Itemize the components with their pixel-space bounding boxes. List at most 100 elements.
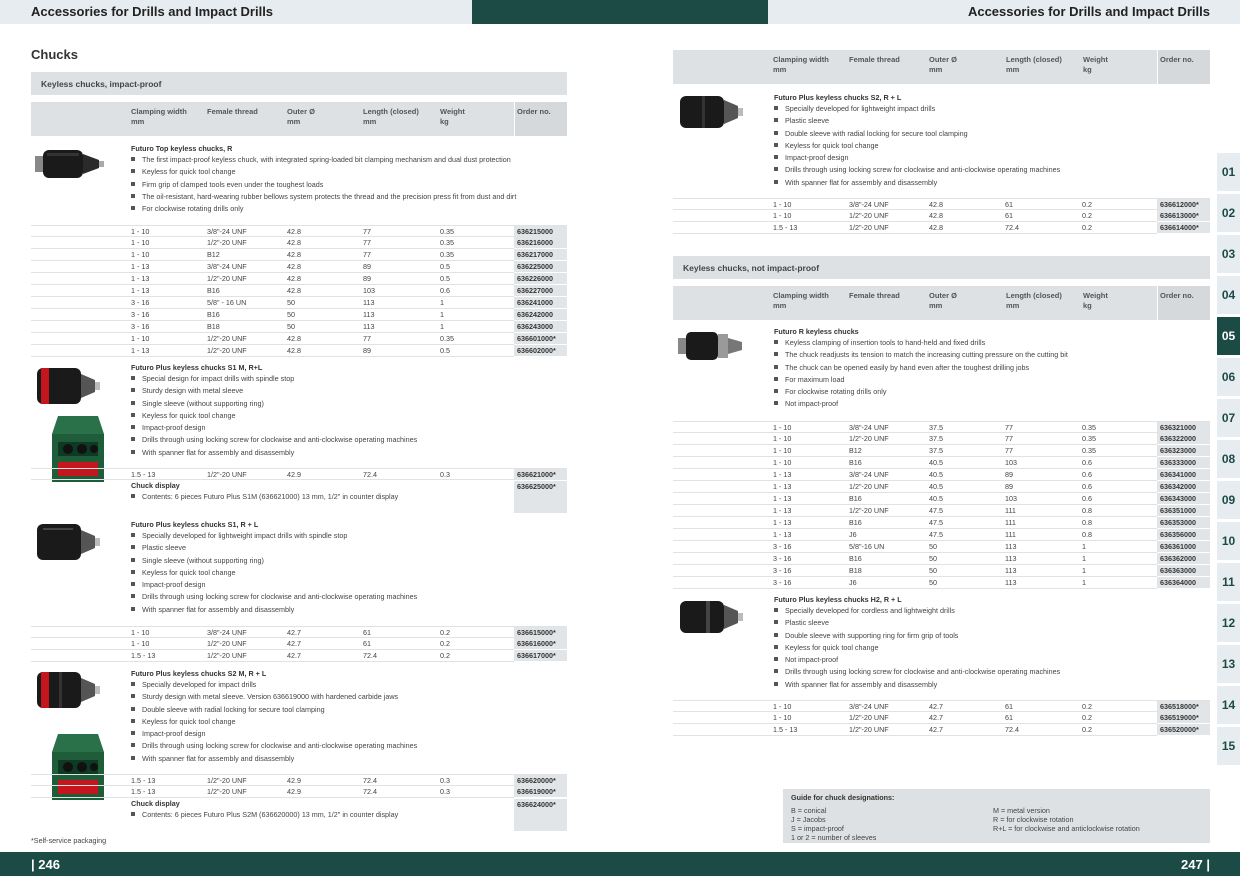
tab-chapter-10[interactable]: 10 xyxy=(1217,522,1240,560)
table-cell: 61 xyxy=(1005,211,1013,220)
feature-item: Keyless for quick tool change xyxy=(131,410,567,422)
table-cell: 3/8"-24 UNF xyxy=(849,423,889,432)
table-cell: 61 xyxy=(1005,713,1013,722)
futuro-top-chuck-image xyxy=(35,150,104,178)
display-contents: Contents: 6 pieces Futuro Plus S1M (6366… xyxy=(131,491,567,503)
table-cell: 77 xyxy=(363,227,371,236)
order-number: 636343000 xyxy=(1157,493,1210,505)
table-cell: 103 xyxy=(1005,494,1017,503)
tab-chapter-06[interactable]: 06 xyxy=(1217,358,1240,396)
product-name: Futuro R keyless chucks xyxy=(774,327,859,336)
product-name: Futuro Plus keyless chucks S2 M, R + L xyxy=(131,669,267,678)
feature-item: Specially developed for lightweight impa… xyxy=(131,530,567,542)
table-cell: 1/2"-20 UNF xyxy=(849,482,889,491)
table-row: 3 - 16 5/8" - 16 UN 50 113 1 636241000 xyxy=(31,297,567,309)
table-cell: 77 xyxy=(1005,423,1013,432)
table-row: 1.5 - 13 1/2"-20 UNF 42.9 72.4 0.3 636619000* xyxy=(31,786,567,798)
table-cell: 1 - 13 xyxy=(773,530,792,539)
table-cell: 89 xyxy=(363,274,371,283)
chuck-display-s2m: Chuck display Contents: 6 pieces Futuro … xyxy=(131,799,567,831)
table-cell: 42.7 xyxy=(287,639,301,648)
table-cell: 0.5 xyxy=(440,262,450,271)
table-cell: 50 xyxy=(287,310,295,319)
table-cell: 0.3 xyxy=(440,776,450,785)
table-cell: B16 xyxy=(207,310,220,319)
order-number: 636362000 xyxy=(1157,553,1210,565)
table-cell: B16 xyxy=(849,554,862,563)
table-row: 1 - 13 1/2"-20 UNF 42.8 89 0.5 636226000 xyxy=(31,273,567,285)
tab-chapter-01[interactable]: 01 xyxy=(1217,153,1240,191)
footer-bar xyxy=(0,852,1240,876)
order-number: 636361000 xyxy=(1157,541,1210,553)
table-cell: 47.5 xyxy=(929,518,943,527)
feature-item: Plastic sleeve xyxy=(774,617,1210,629)
order-number: 636616000* xyxy=(514,638,567,650)
table-cell: 1/2"-20 UNF xyxy=(207,274,247,283)
tab-chapter-04[interactable]: 04 xyxy=(1217,276,1240,314)
table-cell: B18 xyxy=(207,322,220,331)
feature-item: With spanner flat for assembly and disas… xyxy=(131,447,567,459)
table-cell: 40.5 xyxy=(929,458,943,467)
tab-chapter-08[interactable]: 08 xyxy=(1217,440,1240,478)
table-futuro-plus-s2m: 1.5 - 13 1/2"-20 UNF 42.9 72.4 0.3 636620000*… xyxy=(31,774,567,798)
feature-item: For clockwise rotating drills only xyxy=(131,203,567,215)
table-cell: 1 - 13 xyxy=(773,518,792,527)
table-cell: 42.8 xyxy=(287,250,301,259)
col-length: Length (closed) mm xyxy=(363,107,419,126)
table-row: 1.5 - 13 1/2"-20 UNF 42.9 72.4 0.3 636621000* xyxy=(31,468,567,481)
table-futuro-plus-s1: 1 - 10 3/8"-24 UNF 42.7 61 0.2 636615000* 1 - … xyxy=(31,626,567,662)
table-cell: 42.8 xyxy=(287,346,301,355)
tab-chapter-02[interactable]: 02 xyxy=(1217,194,1240,232)
table-row: 1 - 13 B16 40.5 103 0.6 636343000 xyxy=(673,493,1210,505)
table-cell: 0.5 xyxy=(440,346,450,355)
table-cell: 3 - 16 xyxy=(773,554,792,563)
feature-item: Impact-proof design xyxy=(774,152,1210,164)
tab-chapter-07[interactable]: 07 xyxy=(1217,399,1240,437)
table-cell: 3/8"-24 UNF xyxy=(849,470,889,479)
table-cell: 37.5 xyxy=(929,434,943,443)
tab-chapter-15[interactable]: 15 xyxy=(1217,727,1240,765)
guide-item: J = Jacobs xyxy=(791,815,826,824)
table-futuro-plus-s2: 1 - 10 3/8"-24 UNF 42.8 61 0.2 636612000* 1 - … xyxy=(673,198,1210,234)
table-cell: 3 - 16 xyxy=(131,298,150,307)
tab-chapter-13[interactable]: 13 xyxy=(1217,645,1240,683)
futuro-r-chuck-image xyxy=(678,332,742,360)
footnote: *Self-service packaging xyxy=(31,836,107,845)
table-cell: 111 xyxy=(1005,506,1016,515)
table-cell: 1.5 - 13 xyxy=(131,776,156,785)
col-outer: Outer Ø mm xyxy=(287,107,315,126)
table-cell: 1 - 13 xyxy=(773,506,792,515)
section-title: Chucks xyxy=(31,47,78,62)
table-row: 1 - 10 1/2"-20 UNF 42.7 61 0.2 636616000* xyxy=(31,638,567,650)
tab-chapter-12[interactable]: 12 xyxy=(1217,604,1240,642)
order-number: 636602000* xyxy=(514,345,567,357)
table-row: 1 - 13 1/2"-20 UNF 47.5 111 0.8 636351000 xyxy=(673,505,1210,517)
product-futuro-r: Futuro R keyless chucks Keyless clamping… xyxy=(774,327,1210,411)
tab-chapter-05[interactable]: 05 xyxy=(1217,317,1240,355)
table-cell: 40.5 xyxy=(929,494,943,503)
tab-chapter-03[interactable]: 03 xyxy=(1217,235,1240,273)
table-cell: 0.2 xyxy=(440,651,450,660)
table-cell: 1 xyxy=(1082,578,1086,587)
table-cell: 37.5 xyxy=(929,423,943,432)
table-cell: 72.4 xyxy=(363,787,377,796)
table-cell: 50 xyxy=(287,322,295,331)
table-cell: 1/2"-20 UNF xyxy=(207,238,247,247)
order-number: 636613000* xyxy=(1157,210,1210,222)
col-thread: Female thread xyxy=(849,291,900,300)
table-row: 1 - 10 3/8"-24 UNF 42.7 61 0.2 636615000* xyxy=(31,626,567,639)
table-cell: 77 xyxy=(1005,446,1013,455)
table-cell: 47.5 xyxy=(929,506,943,515)
table-cell: 3/8"-24 UNF xyxy=(207,262,247,271)
tab-chapter-14[interactable]: 14 xyxy=(1217,686,1240,724)
table-cell: 42.7 xyxy=(929,702,943,711)
table-cell: 1 xyxy=(1082,566,1086,575)
table-cell: 1 xyxy=(1082,542,1086,551)
feature-item: Specially developed for cordless and lig… xyxy=(774,605,1210,617)
col-weight: Weight kg xyxy=(1083,291,1108,310)
tab-chapter-11[interactable]: 11 xyxy=(1217,563,1240,601)
tab-chapter-09[interactable]: 09 xyxy=(1217,481,1240,519)
table-cell: 77 xyxy=(1005,434,1013,443)
col-weight: Weight kg xyxy=(1083,55,1108,74)
table-cell: 1/2"-20 UNF xyxy=(849,725,889,734)
